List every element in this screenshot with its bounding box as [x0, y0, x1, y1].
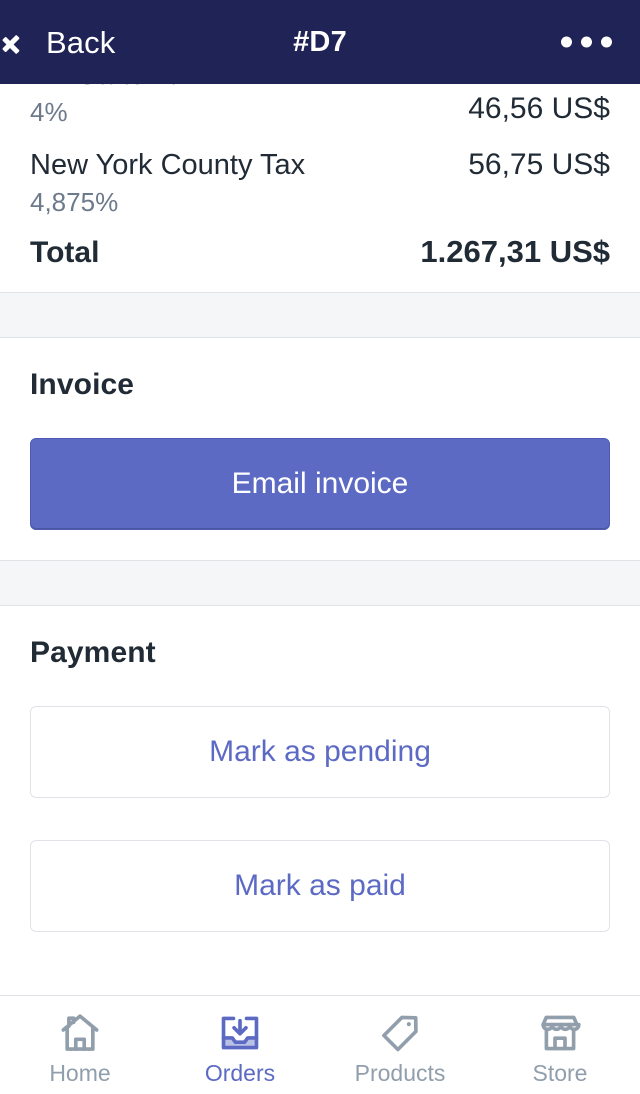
back-button-label: Back — [46, 24, 116, 60]
ellipsis-icon-dot — [561, 36, 572, 48]
mark-as-paid-button[interactable]: Mark as paid — [30, 840, 610, 933]
total-label: Total — [30, 236, 100, 270]
payment-section-title: Payment — [30, 636, 156, 670]
tax-lines: NY State Tax 4% 46,56 US$ New York Count… — [0, 84, 640, 292]
scroll-content[interactable]: NY State Tax 4% 46,56 US$ New York Count… — [0, 84, 640, 1094]
tax-row-rate: 4,875% — [30, 187, 119, 218]
mark-as-pending-button[interactable]: Mark as pending — [30, 706, 610, 799]
tab-orders[interactable]: Orders — [160, 996, 320, 1094]
tax-row-left: NY State Tax 4% — [30, 84, 198, 130]
section-divider — [0, 560, 640, 607]
tax-row-name: New York County Tax — [30, 149, 306, 182]
tax-row-rate: 4% — [30, 97, 68, 128]
tax-row-left: New York County Tax 4,875% — [30, 146, 305, 220]
tag-icon — [382, 1015, 418, 1051]
ellipsis-icon-dot — [581, 36, 592, 48]
inbox-arrow-down-icon — [221, 1016, 259, 1049]
payment-section: Payment Mark as pending Mark as paid — [0, 606, 640, 963]
navigation-header: Back #D7 — [0, 0, 640, 84]
tab-store-label: Store — [532, 1059, 588, 1086]
tax-row-name: NY State Tax — [30, 84, 198, 94]
tab-products-label: Products — [354, 1059, 446, 1086]
more-options-button[interactable] — [555, 25, 618, 60]
tab-home[interactable]: Home — [0, 996, 160, 1094]
tax-row: New York County Tax 4,875% 56,75 US$ — [30, 140, 610, 230]
storefront-icon — [541, 1015, 581, 1050]
back-button[interactable]: Back — [0, 0, 115, 84]
tax-row-amount: 46,56 US$ — [468, 92, 610, 125]
tax-row-amount: 56,75 US$ — [468, 148, 610, 182]
total-amount: 1.267,31 US$ — [420, 234, 610, 270]
email-invoice-button[interactable]: Email invoice — [30, 438, 610, 531]
tax-row: NY State Tax 4% 46,56 US$ — [30, 84, 610, 140]
invoice-section: Invoice Email invoice — [0, 338, 640, 561]
order-detail-screen: Back #D7 NY State Tax 4% 46,56 US$ — [0, 0, 640, 1094]
total-row: Total 1.267,31 US$ — [30, 230, 610, 292]
section-divider — [0, 292, 640, 339]
home-icon — [61, 1013, 99, 1051]
tab-home-label: Home — [49, 1059, 111, 1086]
tab-orders-label: Orders — [204, 1059, 276, 1086]
chevron-left-icon — [14, 25, 36, 59]
bottom-tab-bar: Home Orders Products Store — [0, 995, 640, 1094]
tab-products[interactable]: Products — [320, 996, 480, 1094]
ellipsis-icon-dot — [601, 36, 612, 48]
tab-store[interactable]: Store — [480, 996, 640, 1094]
invoice-section-title: Invoice — [30, 368, 135, 402]
order-summary-card: NY State Tax 4% 46,56 US$ New York Count… — [0, 84, 640, 293]
